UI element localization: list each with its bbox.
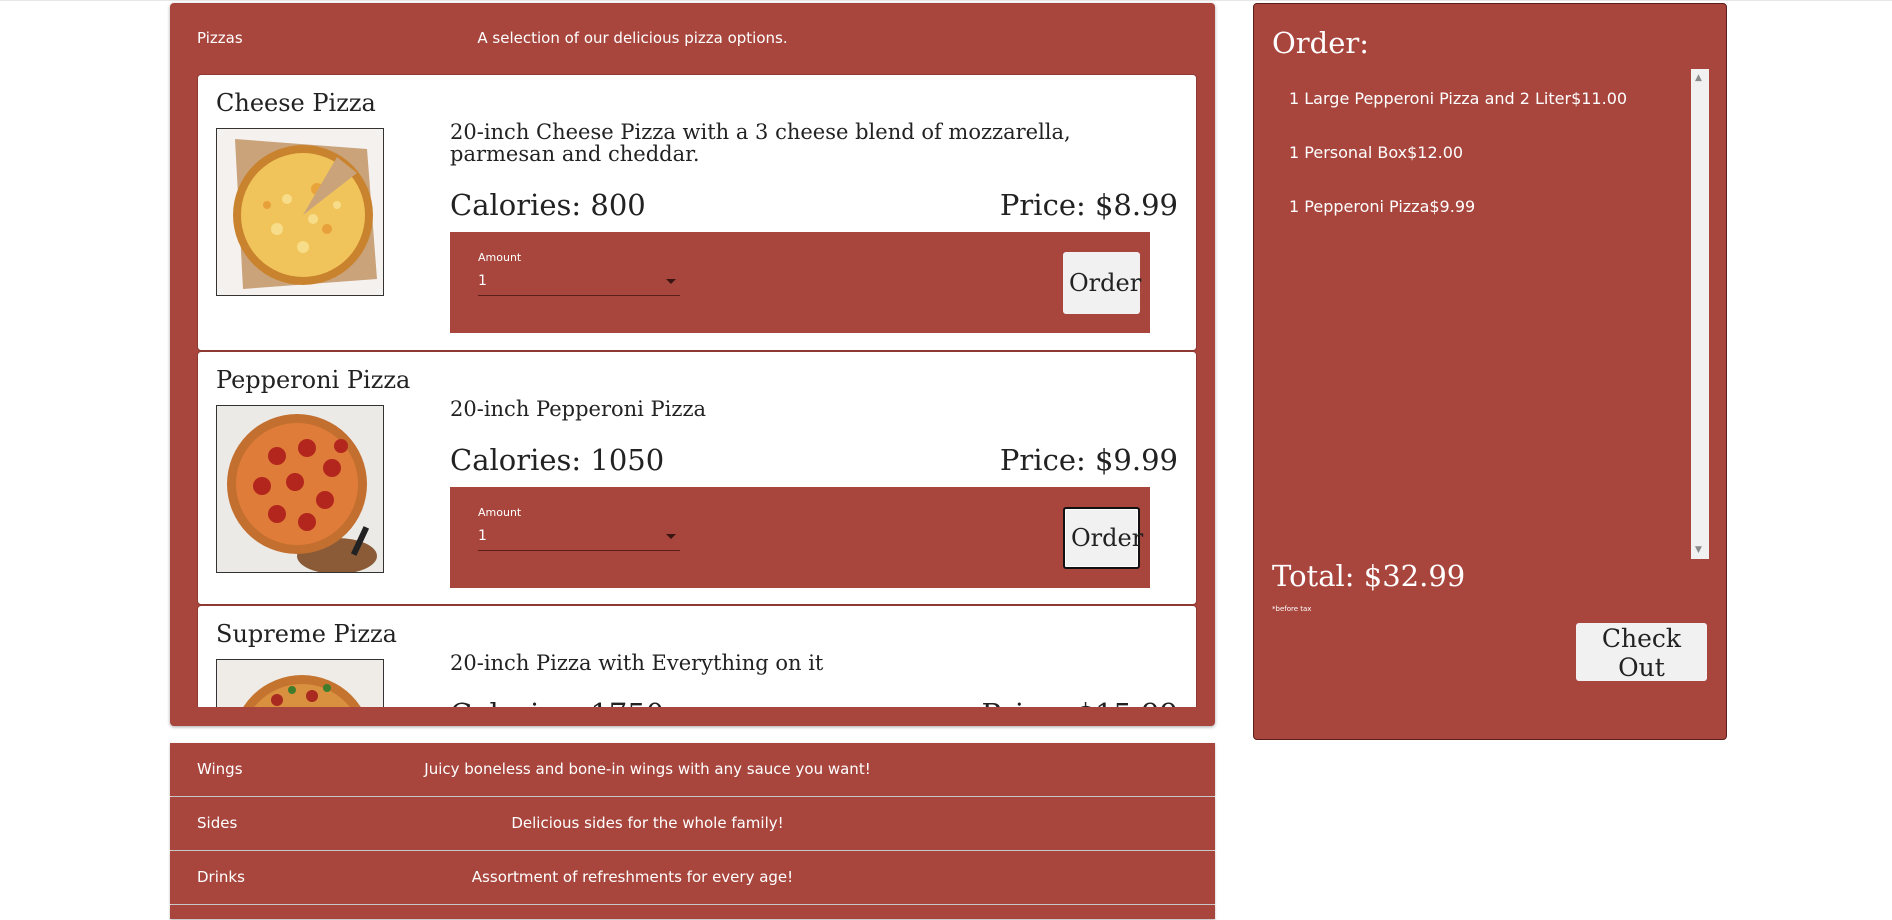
amount-label: Amount [478,506,522,519]
amount-value: 1 [478,273,487,289]
item-title: Pepperoni Pizza [216,366,411,394]
category-more[interactable] [170,905,1215,919]
category-sides[interactable]: Sides Delicious sides for the whole fami… [170,797,1215,850]
amount-label: Amount [478,251,522,264]
amount-select[interactable]: 1 [478,270,680,296]
order-button[interactable]: Order [1063,507,1143,569]
top-divider [0,0,1892,1]
scroll-up-arrow-icon[interactable]: ▲ [1695,73,1702,83]
scroll-down-arrow-icon[interactable]: ▼ [1695,545,1702,555]
order-list-scrollbar[interactable]: ▲ ▼ [1691,69,1709,559]
item-title: Supreme Pizza [216,620,397,648]
item-price: Price: $9.99 [999,443,1178,477]
menu-accordion: Pizzas A selection of our delicious pizz… [170,3,1215,919]
category-pizzas: Pizzas A selection of our delicious pizz… [170,3,1215,726]
order-line-item: 1 Large Pepperoni Pizza and 2 Liter$11.0… [1289,89,1628,108]
amount-value: 1 [478,528,487,544]
pizza-item-list: Cheese Pizza 20-inch Cheese Pizza with a… [197,74,1197,707]
supreme-pizza-image [216,659,384,707]
amount-select[interactable]: 1 [478,525,680,551]
chevron-down-icon [666,279,676,284]
order-line-item: 1 Pepperoni Pizza$9.99 [1289,197,1476,216]
item-title: Cheese Pizza [216,89,376,117]
cheese-pizza-image [216,128,384,296]
category-description: Delicious sides for the whole family! [511,814,784,832]
order-list: 1 Large Pepperoni Pizza and 2 Liter$11.0… [1272,69,1709,559]
item-description: 20-inch Pepperoni Pizza [450,397,707,421]
item-description: 20-inch Cheese Pizza with a 3 cheese ble… [450,120,1071,166]
menu-item-card: Supreme Pizza 20-inch Pizza with Everyth… [197,605,1197,707]
category-pizzas-header[interactable]: Pizzas A selection of our delicious pizz… [170,3,1215,73]
category-wings[interactable]: Wings Juicy boneless and bone-in wings w… [170,743,1215,796]
item-price: Price: $15.99 [981,697,1178,707]
pepperoni-pizza-image [216,405,384,573]
menu-item-card: Cheese Pizza 20-inch Cheese Pizza with a… [197,74,1197,351]
item-price: Price: $8.99 [999,188,1178,222]
order-controls: Amount 1 Order [450,232,1150,333]
order-title: Order: [1272,26,1369,60]
order-controls: Amount 1 Order [450,487,1150,588]
order-total: Total: $32.99 [1272,559,1466,593]
menu-item-card: Pepperoni Pizza 20-inch Pepperoni Pizza … [197,351,1197,605]
tax-note: *before tax [1272,605,1312,613]
checkout-button[interactable]: Check Out [1576,623,1707,682]
order-line-item: 1 Personal Box$12.00 [1289,143,1464,162]
order-button[interactable]: Order [1063,252,1141,314]
category-description: Juicy boneless and bone-in wings with an… [424,760,871,778]
category-description: A selection of our delicious pizza optio… [477,29,788,47]
order-panel: Order: 1 Large Pepperoni Pizza and 2 Lit… [1253,3,1727,740]
category-description: Assortment of refreshments for every age… [471,868,794,886]
item-calories: Calories: 800 [450,188,646,222]
item-description: 20-inch Pizza with Everything on it [450,651,824,675]
category-drinks[interactable]: Drinks Assortment of refreshments for ev… [170,851,1215,904]
item-calories: Calories: 1750 [450,697,664,707]
chevron-down-icon [666,534,676,539]
item-calories: Calories: 1050 [450,443,665,477]
